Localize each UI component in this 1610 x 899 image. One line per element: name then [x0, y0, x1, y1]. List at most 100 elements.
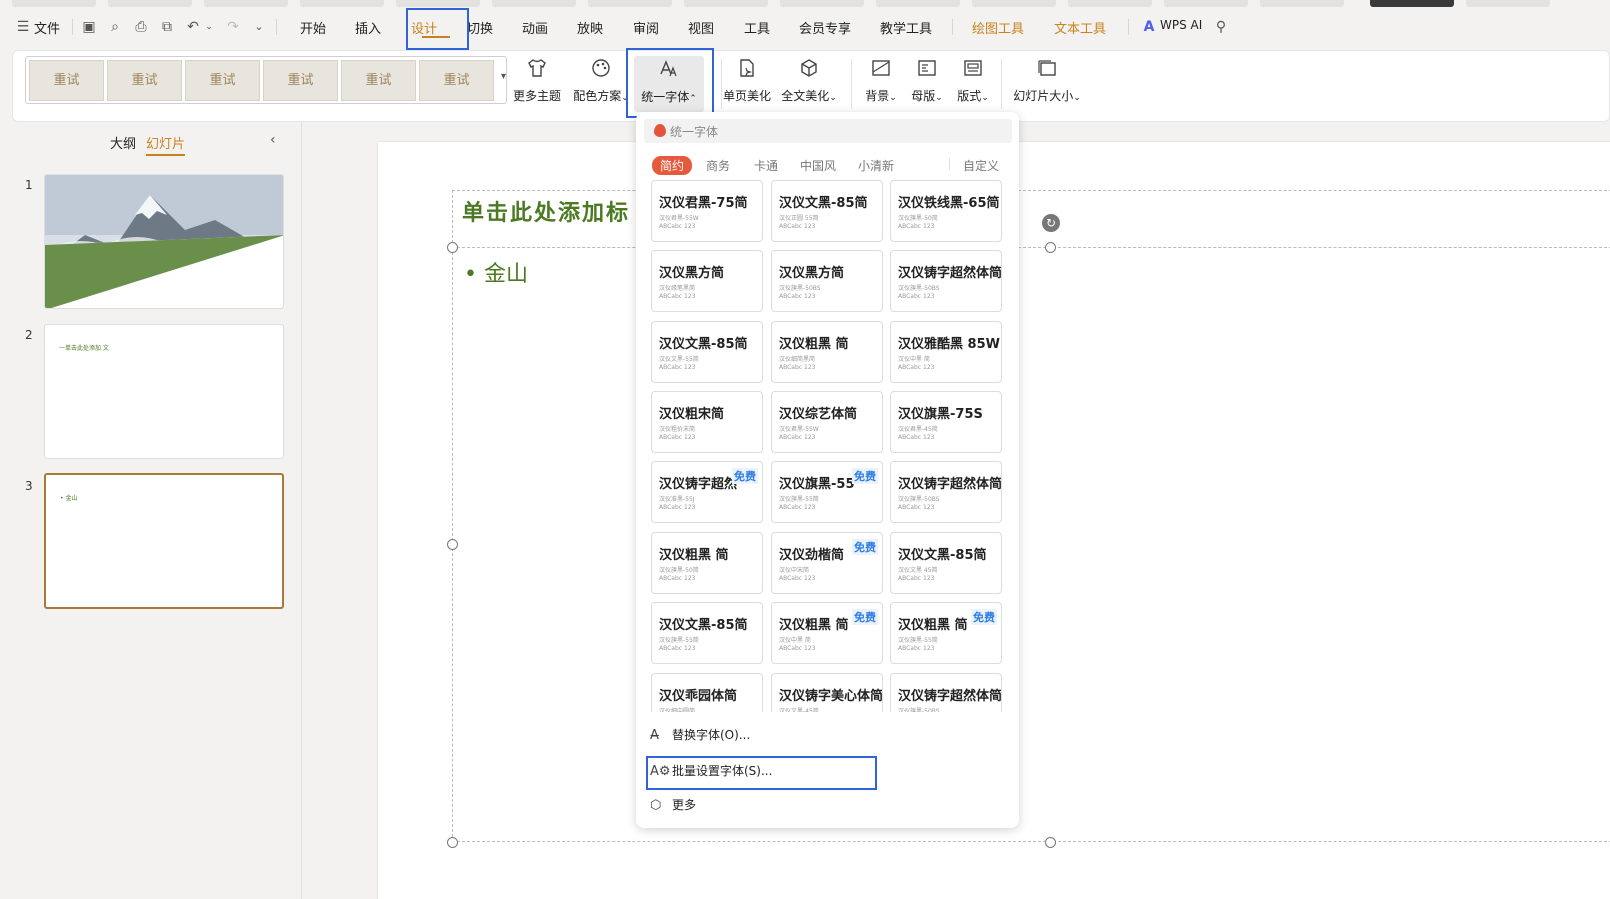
window-tab[interactable] — [876, 0, 960, 7]
save-icon[interactable]: ▣ — [80, 18, 98, 36]
theme-thumb[interactable]: 重试 — [107, 60, 182, 101]
font-card[interactable]: 汉仪雅酷黑 85W 汉仪中黑 简 ABCabc 123 — [890, 321, 1002, 383]
tab-review[interactable]: 审阅 — [633, 18, 659, 37]
file-menu[interactable]: 文件 — [34, 18, 60, 37]
theme-thumb[interactable]: 重试 — [185, 60, 260, 101]
theme-thumb[interactable]: 重试 — [29, 60, 104, 101]
tab-transition[interactable]: 切换 — [467, 18, 493, 37]
search-icon[interactable]: ⚲ — [1212, 18, 1230, 36]
master-button[interactable]: 母版⌄ — [905, 57, 949, 113]
tab-slideshow[interactable]: 放映 — [577, 18, 603, 37]
body-placeholder[interactable] — [452, 247, 1610, 842]
hamburger-icon[interactable]: ☰ — [14, 18, 32, 36]
tab-tools[interactable]: 工具 — [744, 18, 770, 37]
background-button[interactable]: 背景⌄ — [859, 57, 903, 113]
resize-handle[interactable] — [447, 539, 458, 550]
category-cartoon[interactable]: 卡通 — [754, 157, 778, 174]
tab-drawing-tools[interactable]: 绘图工具 — [972, 18, 1024, 37]
more-themes-button[interactable]: 更多主题 — [511, 57, 563, 113]
tab-animation[interactable]: 动画 — [522, 18, 548, 37]
color-scheme-button[interactable]: 配色方案⌄ — [571, 57, 631, 113]
layout-button[interactable]: 版式⌄ — [951, 57, 995, 113]
font-card[interactable]: 汉仪粗黑 简汉仪中黑 简 ABCabc 123 免费 — [771, 602, 883, 664]
font-card[interactable]: 汉仪君黑-75简 汉仪君黑-55W ABCabc 123 — [651, 180, 763, 242]
rotate-handle-icon[interactable]: ↻ — [1042, 214, 1060, 232]
replace-font-item[interactable]: A̶ 替换字体(O)... — [650, 726, 750, 743]
font-card[interactable]: 汉仪乖园体简 汉仪细中圆简 — [651, 673, 763, 712]
window-tab[interactable] — [396, 0, 480, 7]
theme-thumb[interactable]: 重试 — [263, 60, 338, 101]
tab-member[interactable]: 会员专享 — [799, 18, 851, 37]
window-tab[interactable] — [1260, 0, 1344, 7]
full-beautify-button[interactable]: 全文美化⌄ — [779, 57, 839, 113]
font-card[interactable]: 汉仪粗宋简 汉仪粗价末简 ABCabc 123 — [651, 391, 763, 453]
resize-handle[interactable] — [447, 242, 458, 253]
font-card[interactable]: 汉仪粗黑 简汉仪旗黑-50简 ABCabc 123 — [651, 532, 763, 594]
theme-thumb[interactable]: 重试 — [341, 60, 416, 101]
collapse-panel-icon[interactable]: ‹ — [270, 132, 276, 148]
print-icon[interactable]: ⎙ — [132, 18, 150, 36]
font-card[interactable]: 汉仪铸字超然 汉仪准黑-55J ABCabc 123 免费 — [651, 461, 763, 523]
category-fresh[interactable]: 小清新 — [858, 157, 894, 174]
slide-size-button[interactable]: 幻灯片大小⌄ — [1011, 57, 1083, 113]
font-card[interactable]: 汉仪文黑-85简 汉仪旗黑-55简 ABCabc 123 — [651, 602, 763, 664]
slide-thumbnail-1[interactable] — [44, 174, 284, 309]
font-card[interactable]: 汉仪铸字美心体简 汉仪文黑-45简 — [771, 673, 883, 712]
undo-dropdown-icon[interactable]: ⌄ — [200, 18, 218, 36]
window-tab[interactable] — [12, 0, 96, 7]
font-card[interactable]: 汉仪旗黑-75S 汉仪君黑-45简 ABCabc 123 — [890, 391, 1002, 453]
window-tab[interactable] — [492, 0, 576, 7]
slide-title[interactable]: 单击此处添加标 — [462, 195, 630, 227]
resize-handle[interactable] — [1045, 242, 1056, 253]
resize-handle[interactable] — [447, 837, 458, 848]
font-card[interactable]: 汉仪文黑-85简 汉仪文黑-55简 ABCabc 123 — [651, 321, 763, 383]
window-tab[interactable] — [972, 0, 1056, 7]
category-custom[interactable]: 自定义 — [963, 157, 999, 174]
single-page-beautify-button[interactable]: 单页美化 — [721, 57, 773, 113]
more-item[interactable]: ⬡ 更多 — [650, 796, 696, 813]
tab-slides[interactable]: 幻灯片 — [146, 133, 186, 156]
category-business[interactable]: 商务 — [706, 157, 730, 174]
font-card[interactable]: 汉仪文黑-85简 汉仪文黑 45简 ABCabc 123 — [890, 532, 1002, 594]
tab-text-tools[interactable]: 文本工具 — [1054, 18, 1106, 37]
window-tab[interactable] — [588, 0, 672, 7]
font-card[interactable]: 汉仪旗黑-55 汉仪旗黑-55简 ABCabc 123 免费 — [771, 461, 883, 523]
window-tab[interactable] — [684, 0, 768, 7]
wps-ai-button[interactable]: WPS AI — [1160, 18, 1202, 32]
slide-thumbnail-2[interactable]: 一单击此处添加 文 — [44, 324, 284, 459]
window-tab[interactable] — [204, 0, 288, 7]
window-tab[interactable] — [1068, 0, 1152, 7]
theme-gallery-expand-icon[interactable]: ▾ — [501, 71, 506, 82]
tab-insert[interactable]: 插入 — [355, 18, 381, 37]
window-tab[interactable] — [300, 0, 384, 7]
print-preview-icon[interactable]: ⧉ — [158, 18, 176, 36]
share-icon[interactable]: ⌕ — [106, 18, 124, 36]
font-card[interactable]: 汉仪铸字超然体简 汉仪旗黑-50BS ABCabc 123 — [890, 250, 1002, 312]
font-card[interactable]: 汉仪综艺体简 汉仪君黑-55W ABCabc 123 — [771, 391, 883, 453]
resize-handle[interactable] — [1045, 837, 1056, 848]
font-card[interactable]: 汉仪铁线黑-65简 汉仪旗黑-50简 ABCabc 123 — [890, 180, 1002, 242]
font-card[interactable]: 汉仪铸字超然体简 汉仪旗黑-50BS — [890, 673, 1002, 712]
customize-quick-access-icon[interactable]: ⌄ — [250, 18, 268, 36]
category-chinese[interactable]: 中国风 — [800, 157, 836, 174]
theme-thumb[interactable]: 重试 — [419, 60, 494, 101]
redo-icon[interactable]: ↷ — [224, 18, 242, 36]
slide-bullet[interactable]: • 金山 — [464, 256, 528, 288]
font-card[interactable]: 汉仪粗黑 简汉仪细简黑简 ABCabc 123 — [771, 321, 883, 383]
tab-teaching-tools[interactable]: 教学工具 — [880, 18, 932, 37]
category-simple[interactable]: 简约 — [652, 156, 693, 175]
font-card[interactable]: 汉仪黑方简 汉仪缘笔黑简 ABCabc 123 — [651, 250, 763, 312]
tab-view[interactable]: 视图 — [688, 18, 714, 37]
font-card[interactable]: 汉仪劲楷简 汉仪中宋简 ABCabc 123 免费 — [771, 532, 883, 594]
slide-thumbnail-3[interactable]: • 金山 — [44, 473, 284, 609]
tab-home[interactable]: 开始 — [300, 18, 326, 37]
wps-ai-icon[interactable]: A — [1140, 18, 1158, 36]
tab-outline[interactable]: 大纲 — [110, 133, 136, 152]
window-tab[interactable] — [1466, 0, 1550, 7]
window-tab[interactable] — [1164, 0, 1248, 7]
font-card[interactable]: 汉仪黑方简 汉仪旗黑-50BS ABCabc 123 — [771, 250, 883, 312]
font-card[interactable]: 汉仪粗黑 简汉仪旗黑-55简 ABCabc 123 免费 — [890, 602, 1002, 664]
window-tab[interactable] — [108, 0, 192, 7]
font-card[interactable]: 汉仪文黑-85简 汉仪正圆 55简 ABCabc 123 — [771, 180, 883, 242]
window-tab-active[interactable] — [1370, 0, 1454, 7]
